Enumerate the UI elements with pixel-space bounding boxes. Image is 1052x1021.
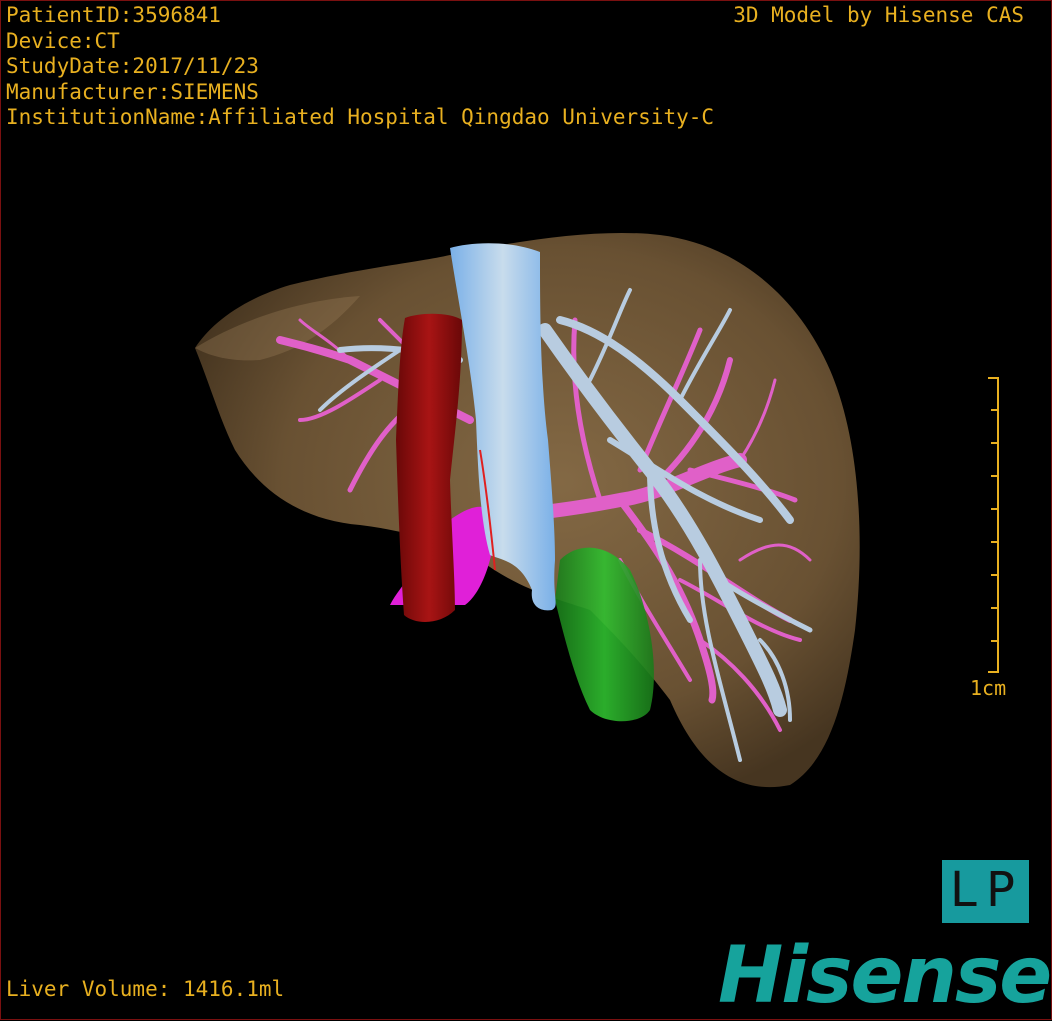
orientation-indicator[interactable]: L P xyxy=(942,860,1029,923)
orientation-right-letter: P xyxy=(986,862,1015,918)
scale-bar xyxy=(988,377,999,673)
hisense-logo: Hisense xyxy=(718,931,1052,1021)
liver-3d-model[interactable] xyxy=(0,0,1052,1020)
liver-volume-text: Liver Volume: 1416.1ml xyxy=(6,977,285,1001)
orientation-left-letter: L xyxy=(950,862,977,918)
scale-bar-label: 1cm xyxy=(970,676,1007,700)
